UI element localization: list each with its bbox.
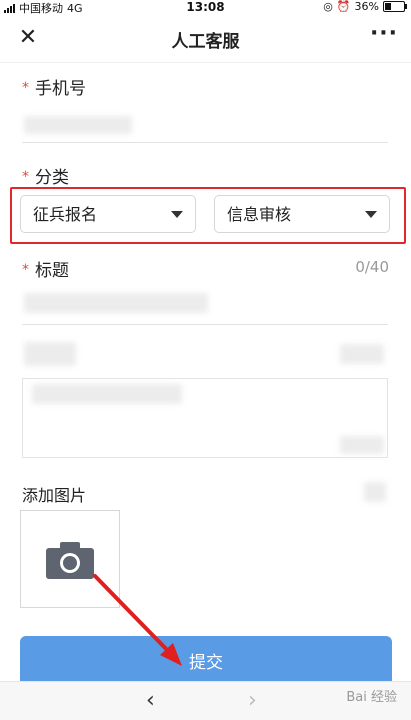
phone-value-blurred — [24, 116, 132, 134]
required-star: * — [22, 169, 29, 185]
add-image-label: 添加图片 — [22, 486, 87, 505]
title-label: * 标题 — [22, 256, 69, 281]
camera-icon — [46, 542, 94, 579]
category-label: * 分类 — [22, 163, 69, 188]
description-placeholder-blurred — [32, 384, 182, 404]
nav-bar: ✕ 人工客服 ··· — [0, 14, 411, 63]
battery-icon — [383, 1, 407, 12]
battery-fill — [385, 3, 391, 10]
title-underline[interactable] — [22, 324, 388, 325]
required-star: * — [22, 80, 29, 96]
add-photo-button[interactable] — [20, 510, 120, 608]
description-counter-blurred — [340, 436, 384, 454]
category-label-text: 分类 — [35, 168, 69, 188]
more-dots-icon[interactable]: ··· — [369, 23, 399, 52]
add-image-hint-blurred — [364, 482, 386, 502]
forward-chevron-icon[interactable]: › — [248, 688, 257, 713]
alarm-icon: ⏰ — [336, 0, 351, 13]
watermark-logo: Bai 经验 — [346, 690, 397, 705]
back-chevron-icon[interactable]: ‹ — [146, 688, 155, 713]
phone-label: * 手机号 — [22, 74, 86, 99]
title-counter: 0/40 — [355, 258, 389, 276]
status-right: ◎ ⏰ 36% — [323, 0, 407, 13]
submit-button[interactable]: 提交 — [20, 636, 392, 686]
browser-toolbar: ‹ › Bai 经验 — [0, 681, 411, 720]
status-bar: 中国移动 4G 13:08 ◎ ⏰ 36% — [0, 0, 411, 15]
required-star: * — [22, 262, 29, 278]
location-icon: ◎ — [323, 0, 333, 13]
page-title: 人工客服 — [171, 32, 240, 52]
phone-label-text: 手机号 — [35, 79, 86, 99]
highlight-box — [10, 187, 406, 244]
title-label-text: 标题 — [35, 261, 69, 281]
title-value-blurred — [24, 293, 208, 313]
battery-percent: 36% — [354, 0, 379, 13]
description-hint-blurred — [340, 344, 384, 364]
phone-underline[interactable] — [22, 142, 388, 143]
description-label-blurred — [24, 342, 76, 366]
